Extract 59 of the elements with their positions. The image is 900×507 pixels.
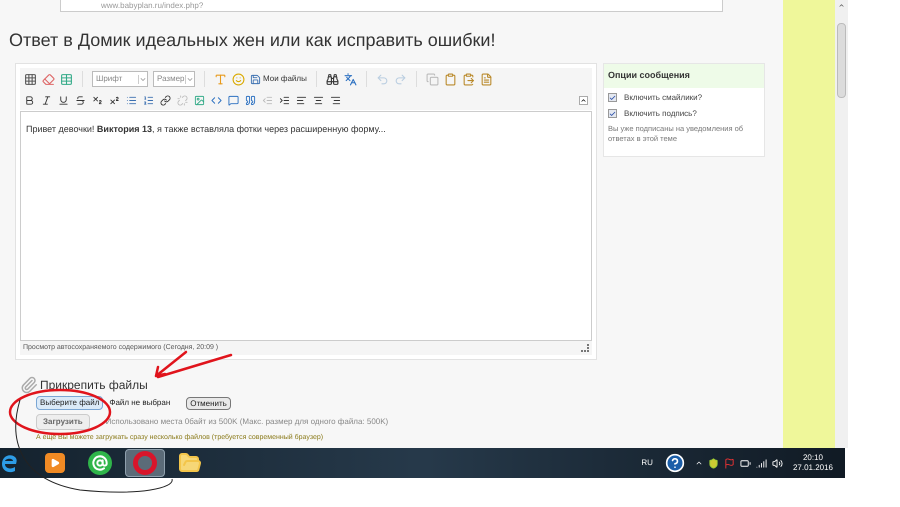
image-icon[interactable] — [194, 94, 205, 106]
subscript-icon[interactable] — [92, 94, 103, 106]
scrollbar-thumb[interactable] — [837, 23, 846, 98]
align-left-icon[interactable] — [296, 94, 307, 106]
attach-title: Прикрепить файлы — [40, 377, 148, 394]
collapse-toolbar-icon[interactable] — [579, 96, 588, 104]
grid-icon[interactable] — [24, 72, 37, 86]
translate-icon[interactable] — [344, 72, 357, 86]
align-right-icon[interactable] — [330, 94, 341, 106]
tray-expand-icon[interactable] — [694, 459, 703, 467]
link-icon[interactable] — [160, 94, 171, 106]
strikethrough-icon[interactable] — [75, 94, 86, 106]
checkbox-label: Включить подпись? — [624, 108, 697, 120]
help-icon[interactable] — [664, 453, 685, 473]
file-status: Файл не выбран — [109, 397, 170, 409]
speech-bubble-icon[interactable] — [228, 94, 239, 106]
flag-icon[interactable] — [724, 458, 735, 468]
superscript-icon[interactable] — [109, 94, 120, 106]
table-icon[interactable] — [60, 72, 73, 86]
dropdown-arrow-icon[interactable] — [138, 74, 147, 84]
my-files-button[interactable]: Мои файлы — [250, 73, 307, 85]
underline-icon[interactable] — [58, 94, 69, 106]
upload-button[interactable]: Загрузить — [36, 414, 90, 430]
font-select[interactable]: Шрифт — [92, 71, 148, 87]
dropdown-arrow-icon[interactable] — [185, 74, 194, 84]
align-center-icon[interactable] — [313, 94, 324, 106]
code-icon[interactable] — [211, 94, 222, 106]
bold-icon[interactable] — [24, 94, 35, 106]
clock[interactable]: 20:10 27.01.2016 — [792, 453, 833, 473]
options-title: Опции сообщения — [604, 64, 764, 88]
indent-icon[interactable] — [279, 94, 290, 106]
shield-icon[interactable] — [708, 458, 719, 468]
checkbox-label: Включить смайлики? — [624, 92, 702, 104]
volume-icon[interactable] — [772, 458, 783, 468]
size-select[interactable]: Размер — [153, 71, 195, 87]
page-title: Ответ в Домик идеальных жен или как исправить ошибки! — [9, 29, 496, 51]
cancel-button[interactable]: Отменить — [186, 396, 231, 410]
quote-icon[interactable] — [245, 94, 256, 106]
checkbox[interactable] — [608, 109, 617, 118]
resize-handle-icon[interactable] — [581, 344, 589, 352]
binoculars-icon[interactable] — [326, 72, 339, 86]
battery-icon[interactable] — [740, 458, 751, 468]
clipboard-icon[interactable] — [444, 72, 457, 86]
italic-icon[interactable] — [41, 94, 52, 106]
message-textarea[interactable]: Привет девочки! Виктория 13, я также вставляла фотки через расширенную форму... — [20, 111, 592, 341]
quota-text: Использовано места 0байт из 500K (Макс. размер для одного файла: 500K) — [106, 416, 388, 428]
document-icon[interactable] — [480, 72, 493, 86]
numbered-list-icon[interactable] — [143, 94, 154, 106]
bullet-list-icon[interactable] — [126, 94, 137, 106]
text-color-icon[interactable] — [214, 72, 227, 86]
choose-file-button[interactable]: Выберите файл — [36, 396, 104, 410]
scroll-up-icon[interactable] — [838, 2, 845, 9]
paste-icon[interactable] — [462, 72, 475, 86]
language-indicator[interactable]: RU — [641, 457, 653, 469]
paperclip-icon — [20, 376, 38, 394]
scrollbar[interactable] — [835, 0, 848, 448]
eraser-icon[interactable] — [42, 72, 55, 86]
checkbox[interactable] — [608, 93, 617, 102]
message-text: Привет девочки! Виктория 13, я также вставляла фотки через расширенную форму... — [26, 124, 386, 134]
